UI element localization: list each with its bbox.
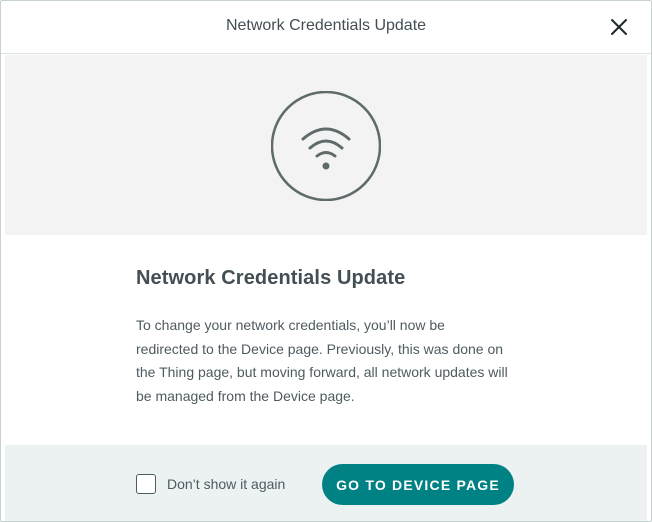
content-body: To change your network credentials, you’… [136, 317, 508, 404]
dont-show-again-option[interactable]: Don’t show it again [136, 474, 285, 494]
dont-show-again-label: Don’t show it again [167, 476, 286, 492]
hero-banner [5, 55, 647, 235]
wifi-icon [271, 91, 381, 201]
dialog-content: Network Credentials Update To change you… [136, 267, 526, 408]
dialog-header: Network Credentials Update [1, 1, 651, 54]
network-credentials-dialog: Network Credentials Update Network Crede… [0, 0, 652, 522]
go-to-device-page-button[interactable]: GO TO DEVICE PAGE [322, 464, 514, 505]
dialog-footer: Don’t show it again GO TO DEVICE PAGE [5, 445, 647, 521]
close-icon [611, 19, 627, 35]
dont-show-again-checkbox[interactable] [136, 474, 156, 494]
dialog-title: Network Credentials Update [225, 17, 427, 34]
close-button[interactable] [609, 17, 629, 37]
content-heading: Network Credentials Update [136, 267, 406, 289]
